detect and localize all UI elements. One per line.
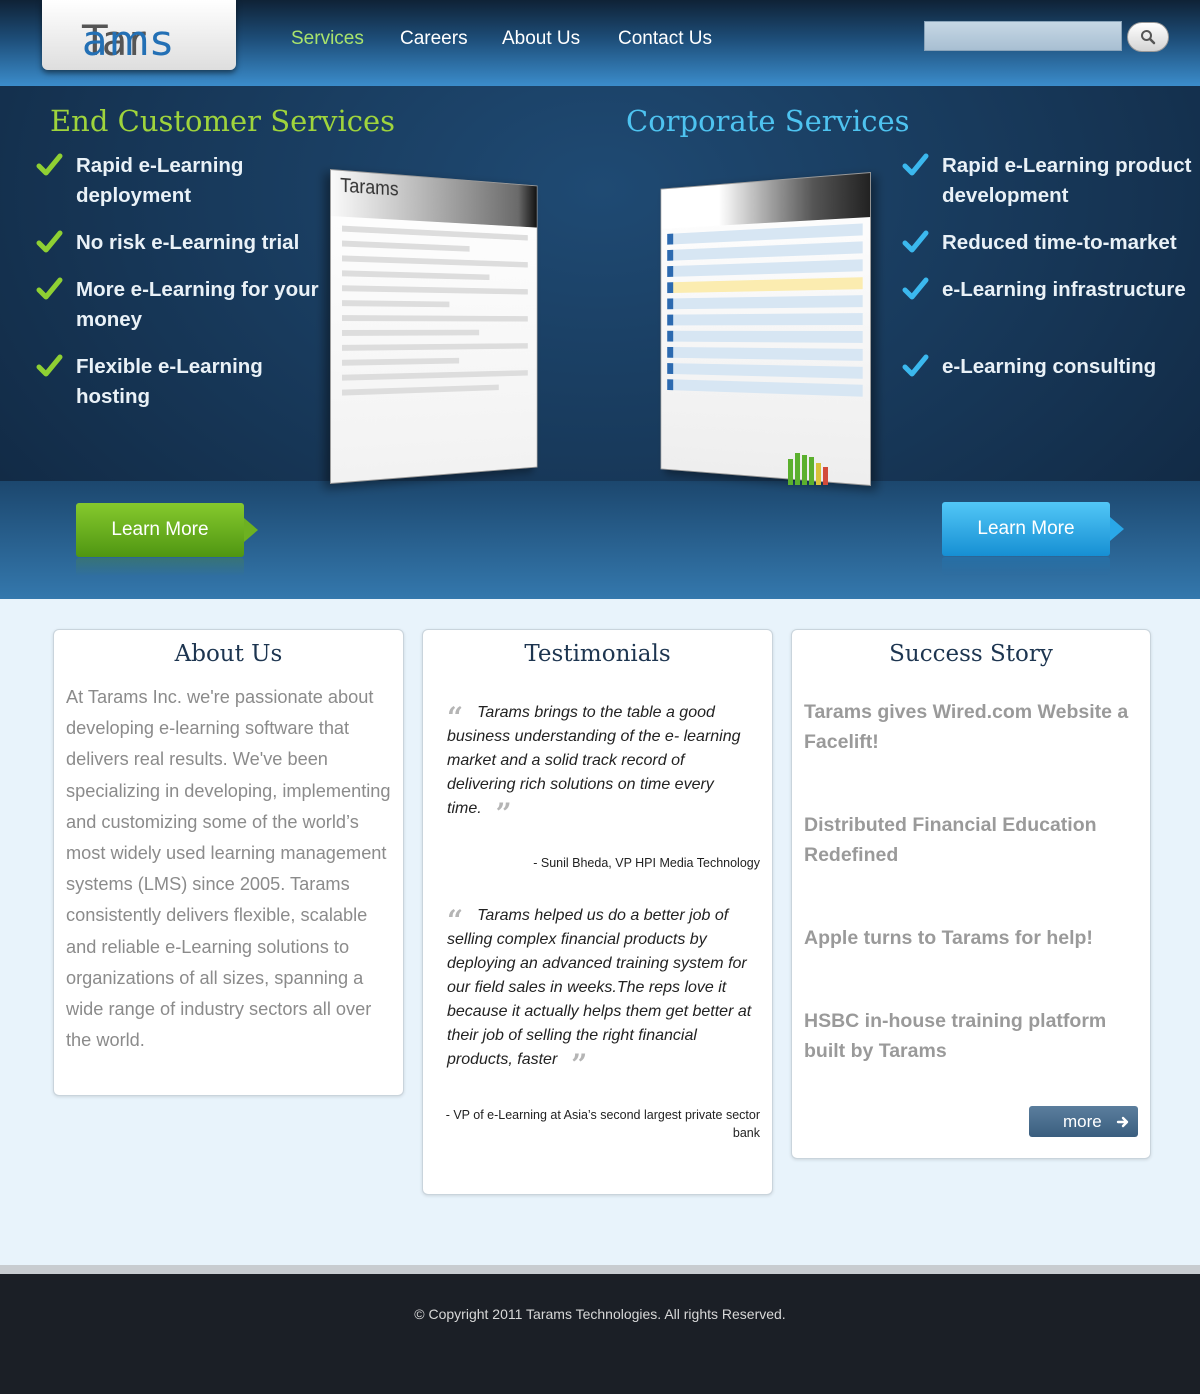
checkmark-icon xyxy=(902,277,929,300)
checkmark-icon xyxy=(36,354,63,377)
arrow-tip-icon xyxy=(1110,517,1124,541)
testimonial-quote: “Tarams brings to the table a good busin… xyxy=(447,701,741,830)
nav-services[interactable]: Services xyxy=(291,28,364,50)
end-customer-learn-more-button[interactable]: Learn More xyxy=(76,503,258,557)
testimonials-panel: Testimonials “Tarams brings to the table… xyxy=(422,629,773,1195)
checkmark-icon xyxy=(36,153,63,176)
copyright-text: © Copyright 2011 Tarams Technologies. Al… xyxy=(414,1306,786,1322)
site-logo[interactable]: Tar ams xyxy=(42,0,236,70)
end-customer-services-title: End Customer Services xyxy=(50,104,396,138)
testimonials-title: Testimonials xyxy=(524,641,671,667)
success-story-title: Success Story xyxy=(889,641,1053,667)
checkmark-icon xyxy=(902,354,929,377)
feature-item: Reduced time-to-market xyxy=(902,228,1198,258)
checkmark-icon xyxy=(902,230,929,253)
corporate-learn-more-button[interactable]: Learn More xyxy=(942,502,1124,556)
success-story-panel: Success Story Tarams gives Wired.com Web… xyxy=(791,629,1151,1159)
arrow-right-icon xyxy=(1116,1116,1129,1128)
feature-item: No risk e-Learning trial xyxy=(36,228,322,258)
nav-contact-us[interactable]: Contact Us xyxy=(618,28,712,50)
about-us-panel: About Us At Tarams Inc. we're passionate… xyxy=(53,629,404,1096)
search-button[interactable] xyxy=(1127,22,1169,52)
feature-item: More e-Learning for your money xyxy=(36,275,322,335)
lms-screenshot-right xyxy=(660,172,871,486)
button-reflection xyxy=(942,557,1110,575)
screenshot-logo: Tarams xyxy=(340,174,399,201)
success-story-link[interactable]: HSBC in-house training platform built by… xyxy=(804,1006,1139,1066)
nav-careers[interactable]: Careers xyxy=(400,28,468,50)
about-us-text: At Tarams Inc. we're passionate about de… xyxy=(66,687,391,1051)
feature-item: Rapid e-Learning product development xyxy=(902,151,1198,211)
arrow-tip-icon xyxy=(244,518,258,542)
button-reflection xyxy=(76,558,244,576)
feature-item: Flexible e-Learning hosting xyxy=(36,352,322,412)
about-us-title: About Us xyxy=(174,641,283,667)
corporate-services-title: Corporate Services xyxy=(626,104,910,138)
success-story-link[interactable]: Tarams gives Wired.com Website a Facelif… xyxy=(804,697,1139,757)
site-header: Tar ams Services Careers About Us Contact… xyxy=(0,0,1200,86)
nav-about-us[interactable]: About Us xyxy=(502,28,580,50)
feature-item: Rapid e-Learning deployment xyxy=(36,151,322,211)
success-story-link[interactable]: Distributed Financial Education Redefine… xyxy=(804,810,1139,870)
testimonial-author: - Sunil Bheda, VP HPI Media Technology xyxy=(533,856,760,870)
feature-item: e-Learning infrastructure xyxy=(902,275,1198,305)
testimonial-quote: “Tarams helped us do a better job of sel… xyxy=(447,904,752,1081)
testimonial-author: - VP of e-Learning at Asia’s second larg… xyxy=(445,1108,760,1140)
checkmark-icon xyxy=(902,153,929,176)
close-quote-icon: ” xyxy=(495,797,512,830)
checkmark-icon xyxy=(36,277,63,300)
hero-banner: End Customer Services Corporate Services… xyxy=(0,86,1200,599)
close-quote-icon: ” xyxy=(571,1048,588,1081)
site-footer: © Copyright 2011 Tarams Technologies. Al… xyxy=(0,1265,1200,1394)
success-story-link[interactable]: Apple turns to Tarams for help! xyxy=(804,923,1139,953)
screenshot-bar-graphic xyxy=(788,451,838,485)
search-input[interactable] xyxy=(924,21,1122,51)
feature-item: e-Learning consulting xyxy=(902,352,1198,382)
more-button[interactable]: more xyxy=(1029,1106,1138,1137)
checkmark-icon xyxy=(36,230,63,253)
lms-screenshot-left: Tarams xyxy=(330,169,538,484)
magnifier-icon xyxy=(1141,30,1156,45)
